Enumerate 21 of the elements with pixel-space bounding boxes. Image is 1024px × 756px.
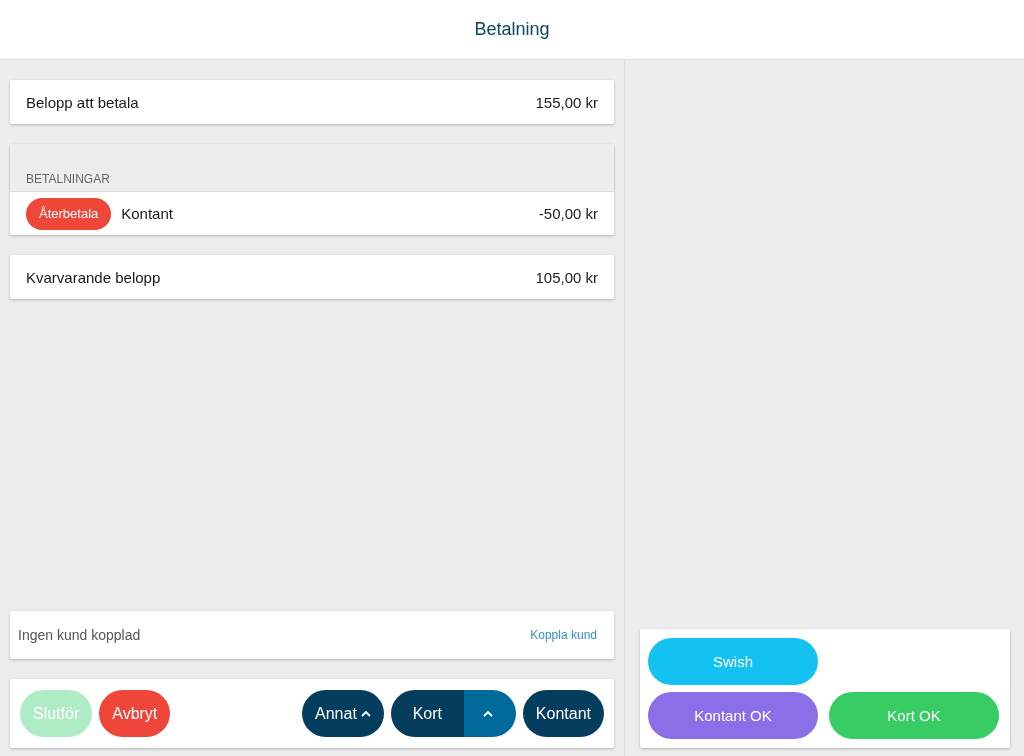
amount-label: Belopp att betala	[26, 93, 139, 111]
card-payment-button[interactable]: Kort	[390, 690, 464, 737]
payment-method: Kontant	[121, 205, 173, 222]
cancel-button[interactable]: Avbryt	[99, 690, 171, 737]
expand-button[interactable]	[463, 690, 516, 737]
customer-status: Ingen kund kopplad	[18, 627, 141, 643]
quick-pay-button[interactable]: Kort OK	[829, 692, 999, 739]
amount-value: 105,00 kr	[535, 268, 598, 286]
section-heading: BETALNINGAR	[26, 172, 110, 186]
amount-value: 155,00 kr	[535, 93, 598, 111]
caret-icon	[360, 710, 371, 717]
payment-amount: -50,00 kr	[538, 205, 598, 222]
other-menu-button[interactable]: Annat	[302, 690, 384, 737]
quick-pay-button[interactable]: Kontant OK	[648, 692, 818, 739]
connect-customer-link[interactable]: Koppla kund	[530, 628, 597, 642]
caret-icon	[482, 710, 493, 717]
page-title: Betalning	[474, 19, 550, 40]
amount-label: Kvarvarande belopp	[26, 268, 161, 286]
quick-pay-button[interactable]: Swish	[648, 638, 818, 685]
cash-button[interactable]: Kontant	[522, 690, 604, 737]
refund-button[interactable]: Återbetala	[26, 197, 112, 230]
